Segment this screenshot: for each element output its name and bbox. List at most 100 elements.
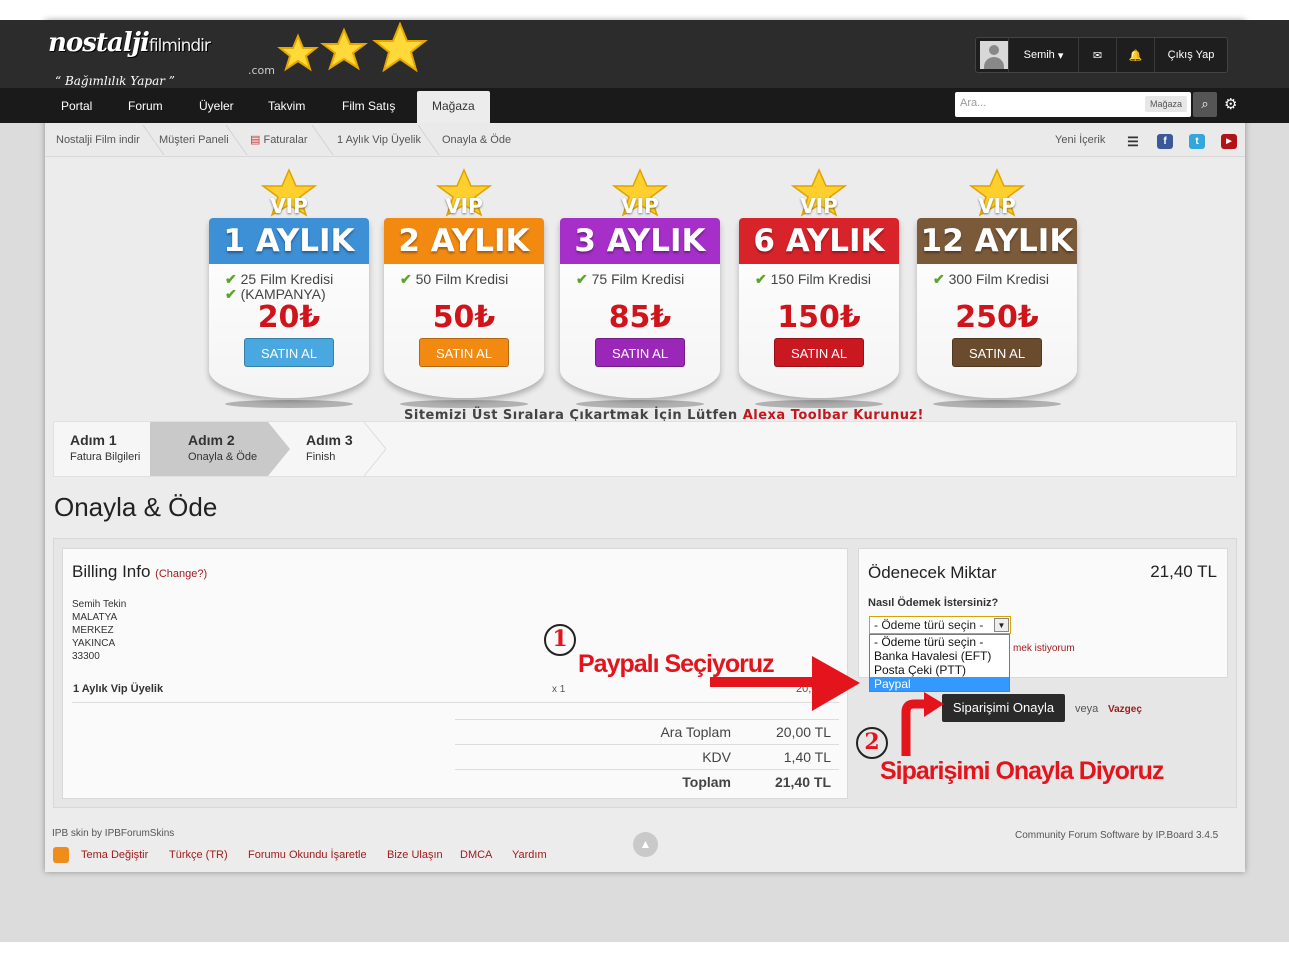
tab-film-sales[interactable]: Film Satış (342, 88, 395, 123)
vip-card: 6 AYLIK ✔ 150 Film Kredisi 150₺ SATIN AL… (739, 168, 899, 413)
breadcrumb-label: Faturalar (263, 134, 308, 146)
cancel-link[interactable]: Vazgeç (1108, 704, 1142, 715)
logo-dotcom: .com (248, 64, 275, 77)
twitter-icon[interactable]: t (1189, 134, 1205, 149)
change-link[interactable]: (Change?) (155, 568, 207, 580)
search-icon[interactable]: ⌕ (1193, 92, 1217, 117)
feature-line: ✔ 50 Film Kredisi (400, 272, 508, 287)
page-title: Onayla & Öde (54, 492, 218, 522)
vip-price: 150₺ (777, 300, 861, 335)
payment-option-paypal[interactable]: Paypal (870, 677, 1009, 691)
footer-link-help[interactable]: Yardım (512, 849, 547, 861)
vip-card-body: 3 AYLIK ✔ 75 Film Kredisi 85₺ SATIN AL (560, 218, 720, 398)
breadcrumb-current: Onayla & Öde (442, 134, 512, 146)
progress-steps: Adım 1 Fatura Bilgileri Adım 2 Onayla & … (53, 421, 1237, 477)
user-name: Semih (1023, 49, 1055, 61)
vip-features: ✔ 25 Film Kredisi ✔ (KAMPANYA) (225, 272, 333, 302)
payment-option[interactable]: Banka Havalesi (EFT) (870, 649, 1009, 663)
feature-text: 50 Film Kredisi (415, 271, 509, 287)
site-slogan: “ Bağımlılık Yapar ” (55, 74, 175, 88)
footer-link-language[interactable]: Türkçe (TR) (169, 849, 228, 861)
card-shadow (755, 400, 883, 408)
rss-icon[interactable] (53, 847, 69, 863)
check-icon: ✔ (225, 271, 237, 287)
vip-card-body: 12 AYLIK ✔ 300 Film Kredisi 250₺ SATIN A… (917, 218, 1077, 398)
back-to-top-icon[interactable]: ▲ (633, 832, 658, 857)
payment-note: mek istiyorum (1013, 643, 1075, 654)
total-value: 21,40 TL (774, 774, 831, 790)
feature-text: 300 Film Kredisi (948, 271, 1049, 287)
vip-card-title: 3 AYLIK (560, 218, 720, 264)
payment-options: - Ödeme türü seçin - Banka Havalesi (EFT… (869, 634, 1010, 692)
payment-method-select[interactable]: - Ödeme türü seçin - ▼ (869, 616, 1011, 634)
site-logo[interactable]: nostaljifilmindir (48, 28, 211, 58)
grand-total-row: Toplam 21,40 TL (455, 769, 839, 794)
subtotal-row: Ara Toplam 20,00 TL (455, 719, 839, 744)
vip-card-body: 2 AYLIK ✔ 50 Film Kredisi 50₺ SATIN AL (384, 218, 544, 398)
feature-text: 150 Film Kredisi (770, 271, 871, 287)
facebook-icon[interactable]: f (1157, 134, 1173, 149)
breadcrumb-item[interactable]: Nostalji Film indir (56, 123, 140, 157)
footer-link-dmca[interactable]: DMCA (460, 849, 492, 861)
footer-link-mark-read[interactable]: Forumu Okundu İşaretle (248, 849, 367, 861)
youtube-icon[interactable]: ▶ (1221, 134, 1237, 149)
address-line: MERKEZ (72, 625, 114, 636)
buy-button[interactable]: SATIN AL (595, 338, 685, 367)
search-placeholder: Ara... (960, 97, 987, 109)
tab-members[interactable]: Üyeler (199, 88, 234, 123)
vip-features: ✔ 75 Film Kredisi (576, 272, 684, 287)
card-shadow (576, 400, 704, 408)
footer-link-theme[interactable]: Tema Değiştir (81, 849, 148, 861)
buy-button[interactable]: SATIN AL (952, 338, 1042, 367)
vip-label: VIP (445, 194, 483, 218)
vip-label: VIP (800, 194, 838, 218)
tab-calendar[interactable]: Takvim (268, 88, 305, 123)
buy-button[interactable]: SATIN AL (244, 338, 334, 367)
avatar[interactable] (980, 41, 1008, 69)
vip-card-body: 1 AYLIK ✔ 25 Film Kredisi ✔ (KAMPANYA) 20… (209, 218, 369, 398)
step-1: Adım 1 Fatura Bilgileri (54, 422, 150, 476)
total-label: Ara Toplam (660, 724, 731, 740)
feature-text: 25 Film Kredisi (240, 271, 334, 287)
step-title: Adım 2 (188, 432, 235, 448)
vip-card: 2 AYLIK ✔ 50 Film Kredisi 50₺ SATIN AL V… (384, 168, 544, 413)
select-value: - Ödeme türü seçin - (874, 618, 984, 632)
list-icon[interactable]: ☰ (1125, 134, 1141, 149)
chevron-down-icon: ▾ (1057, 49, 1064, 62)
payment-option[interactable]: - Ödeme türü seçin - (870, 635, 1009, 649)
vip-features: ✔ 150 Film Kredisi (755, 272, 871, 287)
feature-line: ✔ 300 Film Kredisi (933, 272, 1049, 287)
vip-label: VIP (270, 194, 308, 218)
new-content-link[interactable]: Yeni İçerik (1055, 123, 1105, 157)
item-qty: x 1 (552, 684, 566, 695)
arrow-right-icon (710, 656, 860, 711)
billing-title: Billing Info (Change?) (72, 562, 207, 582)
search-input[interactable]: Ara... Mağaza (955, 92, 1191, 117)
check-icon: ✔ (400, 271, 412, 287)
search-scope[interactable]: Mağaza (1144, 96, 1187, 112)
tab-forum[interactable]: Forum (128, 88, 163, 123)
footer-link-contact[interactable]: Bize Ulaşın (387, 849, 443, 861)
vip-card-title: 12 AYLIK (917, 218, 1077, 264)
card-shadow (400, 400, 528, 408)
amount-label: Ödenecek Miktar (868, 563, 997, 582)
buy-button[interactable]: SATIN AL (774, 338, 864, 367)
chevron-down-icon[interactable]: ▼ (994, 618, 1009, 632)
vip-card-title: 2 AYLIK (384, 218, 544, 264)
user-menu[interactable]: Semih ▾ (1008, 38, 1078, 72)
logout-button[interactable]: Çıkış Yap (1154, 38, 1227, 72)
check-icon: ✔ (576, 271, 588, 287)
buy-button[interactable]: SATIN AL (419, 338, 509, 367)
feature-line: ✔ 25 Film Kredisi (225, 272, 333, 287)
tab-store[interactable]: Mağaza (417, 91, 490, 123)
breadcrumb-item[interactable]: ▤ Faturalar (250, 123, 308, 157)
confirm-order-button[interactable]: Siparişimi Onayla (942, 694, 1065, 722)
bell-icon[interactable]: 🔔 (1116, 38, 1154, 72)
tab-portal[interactable]: Portal (61, 88, 92, 123)
mail-icon[interactable]: ✉ (1078, 38, 1116, 72)
total-label: KDV (702, 749, 731, 765)
card-shadow (225, 400, 353, 408)
payment-option[interactable]: Posta Çeki (PTT) (870, 663, 1009, 677)
feature-line: ✔ 75 Film Kredisi (576, 272, 684, 287)
gear-icon[interactable]: ⚙ (1224, 95, 1237, 113)
